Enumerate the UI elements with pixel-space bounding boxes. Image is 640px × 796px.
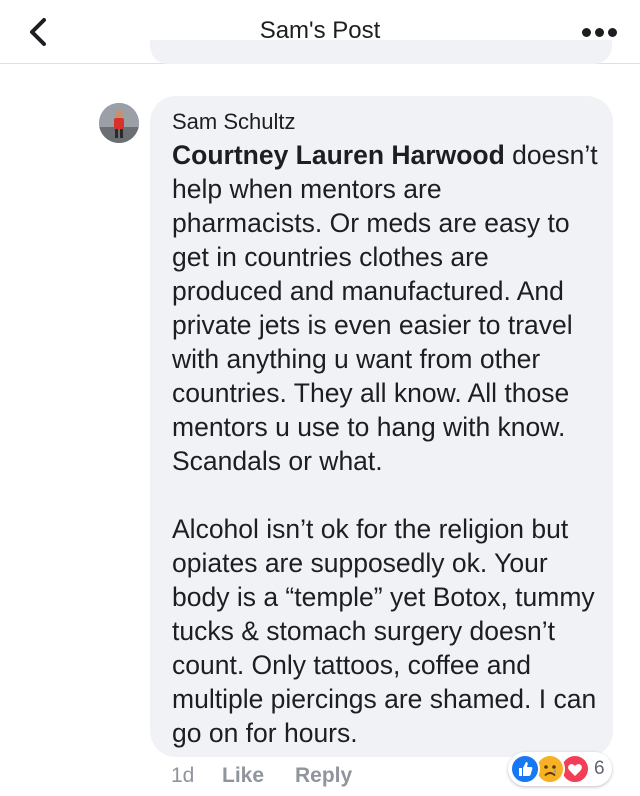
user-avatar[interactable] [99, 103, 139, 143]
comment-paragraph-1: Courtney Lauren Harwood doesn’t help whe… [172, 138, 599, 478]
mention-link[interactable]: Courtney Lauren Harwood [172, 140, 505, 170]
comment-paragraph-2: Alcohol isn’t ok for the religion but op… [172, 514, 597, 748]
comment-author[interactable]: Sam Schultz [172, 108, 599, 136]
reactions-summary[interactable]: 6 [508, 752, 612, 786]
comment-bubble: Sam Schultz Courtney Lauren Harwood does… [150, 96, 613, 757]
ellipsis-icon [582, 28, 591, 37]
previous-comment-bubble [150, 40, 612, 64]
comment-body: Courtney Lauren Harwood doesn’t help whe… [172, 138, 599, 750]
like-button[interactable]: Like [222, 764, 264, 788]
comment-text-1: doesn’t help when mentors are pharmacist… [172, 140, 598, 476]
like-reaction-icon [510, 754, 540, 784]
avatar-image [99, 103, 139, 143]
more-options-button[interactable] [580, 22, 620, 42]
reply-button[interactable]: Reply [295, 764, 352, 788]
reaction-count: 6 [594, 758, 605, 779]
comment-timestamp[interactable]: 1d [171, 764, 194, 788]
